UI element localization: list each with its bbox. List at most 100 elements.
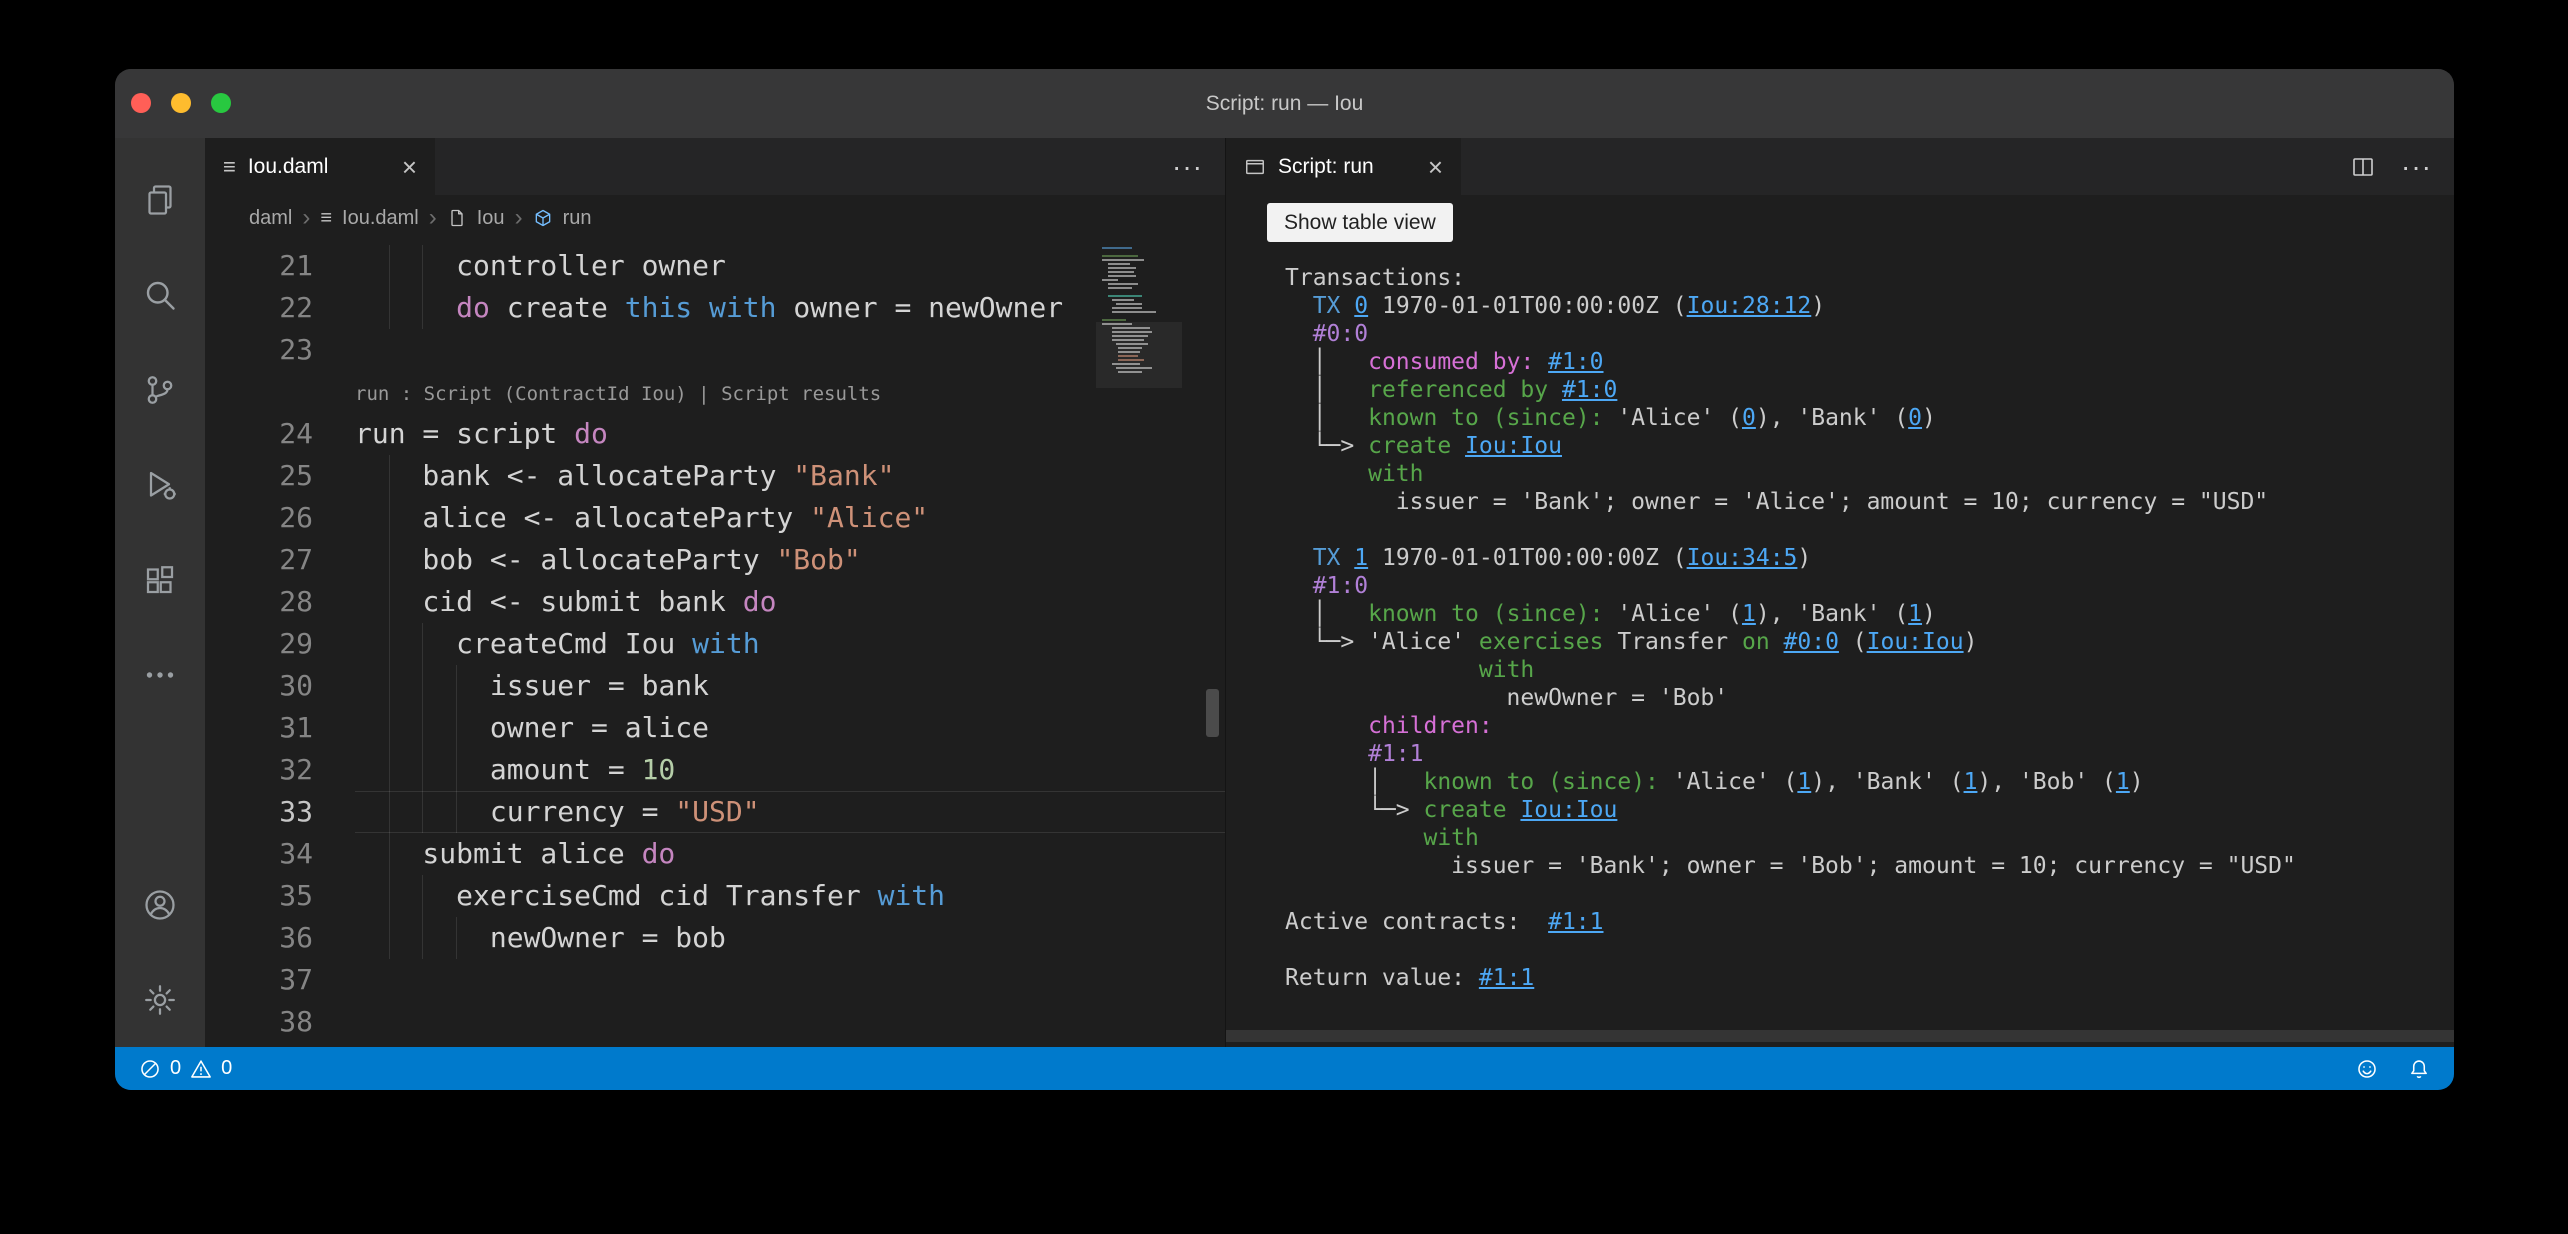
code-token: do <box>642 837 676 870</box>
minimap-line <box>1108 283 1138 285</box>
output-line: with <box>1285 656 2454 684</box>
code-token: with <box>709 291 776 324</box>
output-token: 1970-01-01T00:00:00Z ( <box>1368 545 1687 571</box>
error-icon <box>139 1058 161 1080</box>
daml-file-icon: ≡ <box>223 154 236 180</box>
sidebar-item-more[interactable] <box>115 627 205 722</box>
title-bar[interactable]: Script: run — Iou <box>115 69 2454 138</box>
output-token: ), 'Bank' ( <box>1756 405 1908 431</box>
output-token <box>1285 825 1423 851</box>
sidebar-item-source-control[interactable] <box>115 342 205 437</box>
codelens-signature-link[interactable]: run : Script (ContractId Iou) <box>355 383 687 405</box>
close-window-button[interactable] <box>131 93 151 113</box>
code-line: 28 cid <- submit bank do <box>205 581 1225 623</box>
result-link[interactable]: 1 <box>1354 545 1368 571</box>
split-editor-icon[interactable] <box>2351 155 2375 179</box>
tab-iou-daml[interactable]: ≡ Iou.daml × <box>205 138 435 195</box>
scrollbar-thumb[interactable] <box>1206 689 1219 737</box>
breadcrumb-item-folder[interactable]: daml <box>249 207 292 230</box>
result-link[interactable]: 0 <box>1908 405 1922 431</box>
sidebar-item-settings[interactable] <box>115 952 205 1047</box>
account-icon <box>142 887 178 923</box>
result-link[interactable]: #1:1 <box>1548 909 1603 935</box>
tab-script-run[interactable]: Script: run × <box>1226 138 1461 195</box>
activity-bar <box>115 138 205 1047</box>
minimize-window-button[interactable] <box>171 93 191 113</box>
minimap-line <box>1112 307 1142 309</box>
minimap[interactable] <box>1100 247 1176 383</box>
minimap-line <box>1108 275 1136 277</box>
breadcrumb-item-module[interactable]: Iou <box>477 207 505 230</box>
output-token <box>1285 741 1368 767</box>
result-link[interactable]: #1:0 <box>1548 349 1603 375</box>
close-tab-icon[interactable]: × <box>402 154 417 180</box>
result-link[interactable]: #1:0 <box>1562 377 1617 403</box>
result-link[interactable]: #0:0 <box>1784 629 1839 655</box>
horizontal-scrollbar[interactable] <box>1226 1030 2454 1042</box>
line-number: 31 <box>205 707 355 749</box>
sidebar-item-account[interactable] <box>115 857 205 952</box>
feedback-icon[interactable] <box>2356 1058 2378 1080</box>
result-link[interactable]: 1 <box>1964 769 1978 795</box>
codelens-results-link[interactable]: Script results <box>721 383 881 405</box>
result-link[interactable]: Iou:Iou <box>1520 797 1617 823</box>
code-token: currency = <box>355 795 675 828</box>
result-link[interactable]: #1:1 <box>1479 965 1534 991</box>
minimap-line <box>1102 319 1126 321</box>
sidebar-item-explorer[interactable] <box>115 152 205 247</box>
result-link[interactable]: 0 <box>1742 405 1756 431</box>
code-token: bob <- allocateParty <box>355 543 776 576</box>
output-line: Return value: #1:1 <box>1285 964 2454 992</box>
result-link[interactable]: Iou:28:12 <box>1687 293 1812 319</box>
code-text: exerciseCmd cid Transfer with <box>355 875 1225 917</box>
sidebar-item-run-debug[interactable] <box>115 437 205 532</box>
problems-indicator[interactable]: 0 0 <box>139 1057 232 1080</box>
chevron-right-icon: › <box>429 206 437 230</box>
output-token: consumed by: <box>1368 349 1534 375</box>
notifications-bell-icon[interactable] <box>2408 1058 2430 1080</box>
result-link[interactable]: Iou:Iou <box>1867 629 1964 655</box>
result-link[interactable]: 1 <box>1908 601 1922 627</box>
result-link[interactable]: Iou:34:5 <box>1687 545 1798 571</box>
output-line: │ known to (since): 'Alice' (1), 'Bank' … <box>1285 600 2454 628</box>
chevron-right-icon: › <box>302 206 310 230</box>
zoom-window-button[interactable] <box>211 93 231 113</box>
symbol-cube-icon <box>533 208 553 228</box>
output-token: with <box>1368 461 1423 487</box>
breadcrumb-item-symbol[interactable]: run <box>563 207 592 230</box>
code-token: with <box>878 879 945 912</box>
editor-actions: ··· <box>1172 138 1225 195</box>
editor-tab-bar: ≡ Iou.daml × ··· <box>205 138 1225 195</box>
indent-guide <box>389 623 390 665</box>
indent-guide <box>389 581 390 623</box>
code-editor[interactable]: 21 controller owner22 do create this wit… <box>205 241 1225 1047</box>
code-token: amount = <box>355 753 642 786</box>
result-link[interactable]: Iou:Iou <box>1465 433 1562 459</box>
line-number: 34 <box>205 833 355 875</box>
show-table-view-button[interactable]: Show table view <box>1267 203 1453 242</box>
code-line: 31 owner = alice <box>205 707 1225 749</box>
indent-guide <box>422 791 423 833</box>
code-token: 10 <box>642 753 676 786</box>
result-link[interactable]: 1 <box>1742 601 1756 627</box>
output-line: │ consumed by: #1:0 <box>1285 348 2454 376</box>
result-link[interactable]: 1 <box>1797 769 1811 795</box>
sidebar-item-extensions[interactable] <box>115 532 205 627</box>
close-tab-icon[interactable]: × <box>1428 154 1443 180</box>
output-token: ) <box>1922 601 1936 627</box>
more-actions-icon[interactable]: ··· <box>1172 153 1203 181</box>
breadcrumb-item-file[interactable]: Iou.daml <box>342 207 419 230</box>
indent-guide <box>456 791 457 833</box>
more-actions-icon[interactable]: ··· <box>2401 153 2432 181</box>
output-line: └─> create Iou:Iou <box>1285 432 2454 460</box>
code-lines: 21 controller owner22 do create this wit… <box>205 245 1225 1043</box>
line-number <box>205 371 355 413</box>
output-line <box>1285 936 2454 964</box>
result-link[interactable]: 0 <box>1354 293 1368 319</box>
minimap-line <box>1108 267 1136 269</box>
minimap-line <box>1118 351 1140 353</box>
chevron-right-icon: › <box>515 206 523 230</box>
sidebar-item-search[interactable] <box>115 247 205 342</box>
result-link[interactable]: 1 <box>2116 769 2130 795</box>
code-line: 25 bank <- allocateParty "Bank" <box>205 455 1225 497</box>
